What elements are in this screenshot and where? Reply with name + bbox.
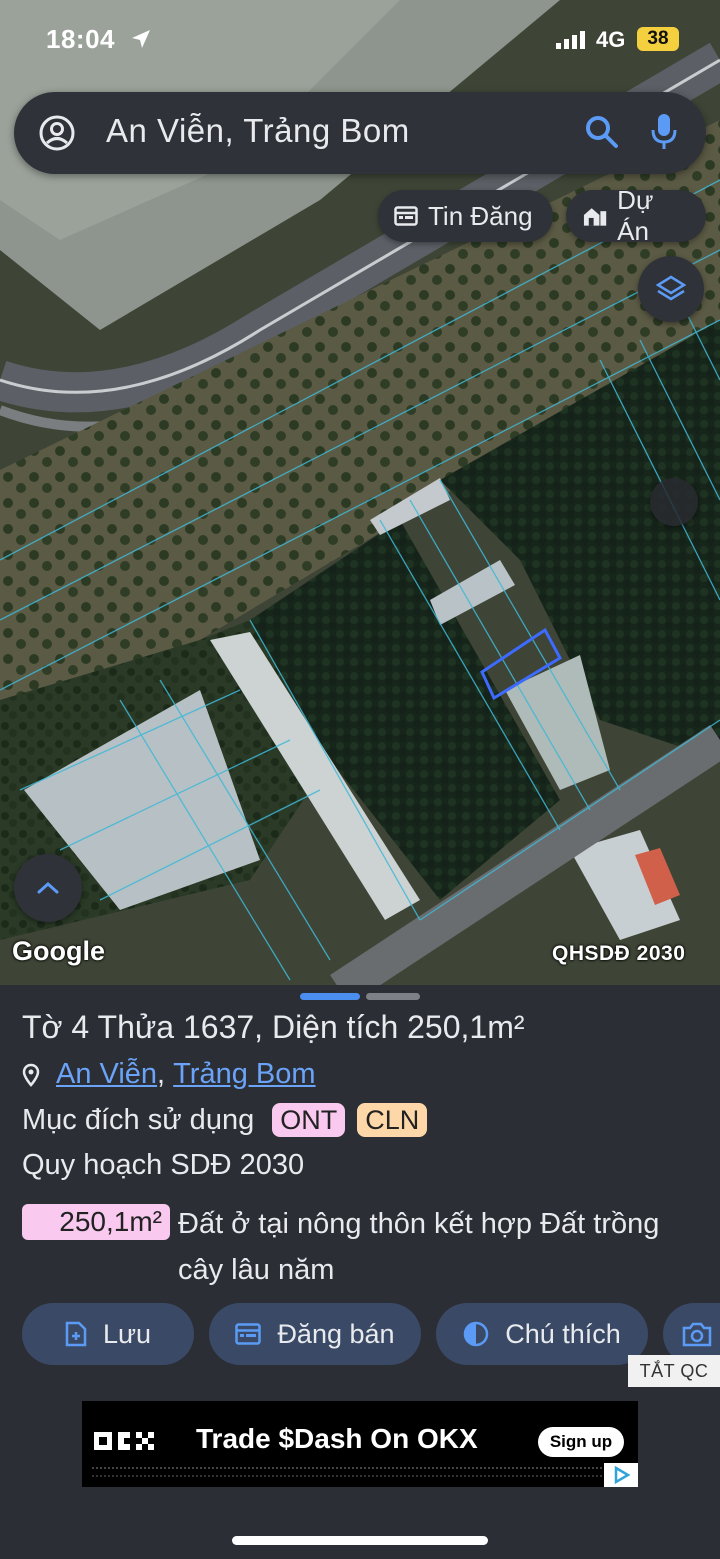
ad-fine-print [92, 1467, 602, 1477]
google-attribution: Google [12, 936, 105, 966]
parcel-title: Tờ 4 Thửa 1637, Diện tích 250,1m² [22, 1009, 525, 1046]
ward-link[interactable]: An Viễn [56, 1058, 157, 1091]
planning-description: Đất ở tại nông thôn kết hợp Đất trồng câ… [178, 1208, 660, 1286]
parcel-number: 1637 [182, 1009, 255, 1045]
calendar-icon [394, 206, 418, 226]
ad-banner[interactable]: Trade $Dash On OKX Sign up [82, 1401, 638, 1487]
adchoices-icon[interactable] [604, 1463, 638, 1487]
add-photo-icon [682, 1322, 712, 1347]
purpose-tag-ont: ONT [272, 1103, 346, 1137]
search-bar[interactable]: An Viễn, Trảng Bom [14, 92, 706, 174]
planning-label: Quy hoạch SDĐ 2030 [22, 1149, 305, 1181]
status-bar: 18:04 4G 38 [0, 0, 720, 80]
clock: 18:04 [46, 24, 115, 54]
battery-indicator: 38 [637, 27, 679, 51]
listings-chip[interactable]: Tin Đăng [378, 190, 553, 242]
add-file-icon [65, 1321, 87, 1347]
projects-chip-label: Dự Án [617, 185, 654, 246]
expand-button[interactable] [14, 854, 82, 922]
network-type: 4G [596, 27, 626, 52]
district-link[interactable]: Trảng Bom [173, 1058, 315, 1091]
location-pin-icon [22, 1063, 40, 1087]
okx-logo-icon [94, 1432, 154, 1450]
purpose-label: Mục đích sử dụng [22, 1103, 255, 1136]
save-button-label: Lưu [102, 1318, 152, 1349]
search-query[interactable]: An Viễn, Trảng Bom [106, 112, 410, 150]
planning-overlay-label: QHSDĐ 2030 [552, 942, 686, 965]
ad-cta-button[interactable]: Sign up [538, 1427, 624, 1457]
listings-chip-label: Tin Đăng [428, 200, 533, 231]
save-button[interactable]: Lưu [22, 1303, 194, 1365]
location-arrow-icon [132, 30, 150, 48]
contrast-icon [463, 1321, 489, 1347]
legend-button-label: Chú thích [505, 1318, 621, 1349]
projects-chip[interactable]: Dự Án [566, 185, 706, 246]
chevron-up-icon [37, 881, 59, 894]
sheet-handle[interactable] [366, 993, 420, 1000]
parcel-title-prefix: Tờ 4 Thửa [22, 1009, 175, 1045]
parcel-location: An Viễn, Trảng Bom [22, 1058, 316, 1091]
mic-icon[interactable] [650, 112, 678, 152]
location-separator: , [157, 1058, 166, 1090]
parcel-info-sheet: Tờ 4 Thửa 1637, Diện tích 250,1m² An Viễ… [0, 985, 720, 1559]
signal-icon [556, 31, 585, 49]
planning-area-badge: 250,1m² [22, 1204, 170, 1240]
buildings-icon [583, 208, 607, 226]
post-sale-button[interactable]: Đăng bán [209, 1303, 421, 1365]
land-use-purpose: Mục đích sử dụng ONT CLN [22, 1103, 428, 1137]
floating-dot-button[interactable] [650, 478, 698, 526]
home-indicator[interactable] [232, 1536, 488, 1545]
calendar-icon [235, 1323, 262, 1345]
account-icon[interactable] [38, 114, 76, 152]
post-sale-button-label: Đăng bán [277, 1318, 395, 1349]
layers-icon [655, 275, 687, 301]
legend-button[interactable]: Chú thích [436, 1303, 648, 1365]
parcel-area-label: , Diện tích [254, 1009, 399, 1045]
search-icon[interactable] [584, 114, 620, 150]
layers-button[interactable] [638, 256, 704, 322]
ad-headline: Trade $Dash On OKX [196, 1423, 478, 1454]
parcel-area-value: 250,1m² [407, 1009, 525, 1045]
purpose-tag-cln: CLN [357, 1103, 428, 1137]
sheet-handle-active[interactable] [300, 993, 360, 1000]
close-ad-button[interactable]: TẮT QC [628, 1355, 720, 1387]
